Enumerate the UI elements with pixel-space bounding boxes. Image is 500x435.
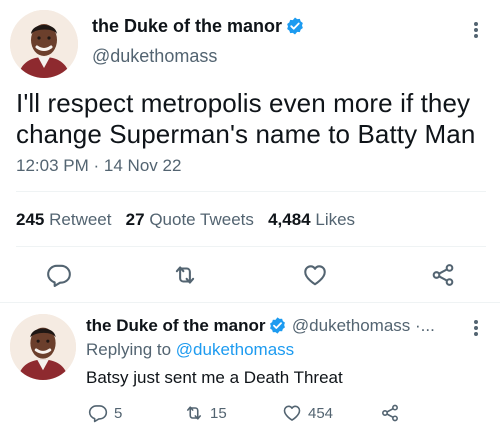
divider: [0, 302, 500, 303]
handle[interactable]: @dukethomass ·...: [292, 316, 435, 335]
tweet-text: I'll respect metropolis even more if the…: [16, 88, 486, 150]
replying-to-link[interactable]: @dukethomass: [176, 340, 294, 359]
like-icon[interactable]: [302, 262, 328, 288]
tweet-time: 12:03 PM: [16, 156, 89, 175]
replies-count: 5: [114, 404, 123, 422]
retweet-button[interactable]: 15: [184, 403, 227, 423]
retweets-count: 15: [210, 404, 227, 422]
tweet-text-line: I'll respect metropolis even more if the…: [16, 88, 471, 118]
share-button[interactable]: [380, 403, 406, 423]
share-icon[interactable]: [430, 262, 456, 288]
verified-badge-icon: [285, 16, 305, 36]
likes-stat[interactable]: 4,484 Likes: [268, 210, 355, 229]
replying-to: Replying to @dukethomass: [86, 340, 294, 360]
like-button[interactable]: 454: [282, 403, 333, 423]
reply-text: Batsy just sent me a Death Threat: [86, 368, 343, 387]
like-icon: [283, 405, 301, 421]
quotes-label: Quote Tweets: [149, 210, 254, 229]
reply-icon[interactable]: [46, 262, 72, 288]
tweet-date: 14 Nov 22: [103, 156, 182, 175]
tweet-text-line: change Superman's name to Batty Man: [16, 119, 476, 149]
quotes-count: 27: [125, 210, 145, 229]
more-icon[interactable]: [466, 20, 486, 40]
retweet-icon: [186, 406, 202, 420]
tweet-timestamp[interactable]: 12:03 PM · 14 Nov 22: [16, 156, 181, 176]
avatar[interactable]: [10, 314, 76, 380]
retweets-count: 245: [16, 210, 45, 229]
display-name[interactable]: the Duke of the manor: [86, 316, 265, 335]
date-separator: ·: [93, 156, 100, 175]
likes-count: 4,484: [268, 210, 311, 229]
tweet-stats: 245 Retweet 27 Quote Tweets 4,484 Likes: [16, 210, 355, 230]
reply-icon: [88, 405, 108, 423]
tweet-author[interactable]: the Duke of the manor: [92, 16, 305, 37]
handle[interactable]: @dukethomass: [92, 46, 217, 67]
retweets-label: Retweet: [49, 210, 112, 229]
more-icon[interactable]: [466, 318, 486, 338]
replying-to-prefix: Replying to: [86, 340, 172, 359]
likes-label: Likes: [315, 210, 356, 229]
reply-author[interactable]: the Duke of the manor @dukethomass ·...: [86, 316, 435, 336]
likes-count: 454: [308, 404, 334, 422]
retweet-icon[interactable]: [172, 262, 198, 288]
divider: [16, 246, 486, 247]
divider: [16, 191, 486, 192]
quotes-stat[interactable]: 27 Quote Tweets: [126, 210, 254, 229]
avatar[interactable]: [10, 10, 78, 78]
verified-badge-icon: [268, 316, 287, 335]
retweets-stat[interactable]: 245 Retweet: [16, 210, 111, 229]
display-name[interactable]: the Duke of the manor: [92, 16, 282, 36]
reply-button[interactable]: 5: [88, 403, 122, 423]
share-icon: [382, 404, 398, 422]
